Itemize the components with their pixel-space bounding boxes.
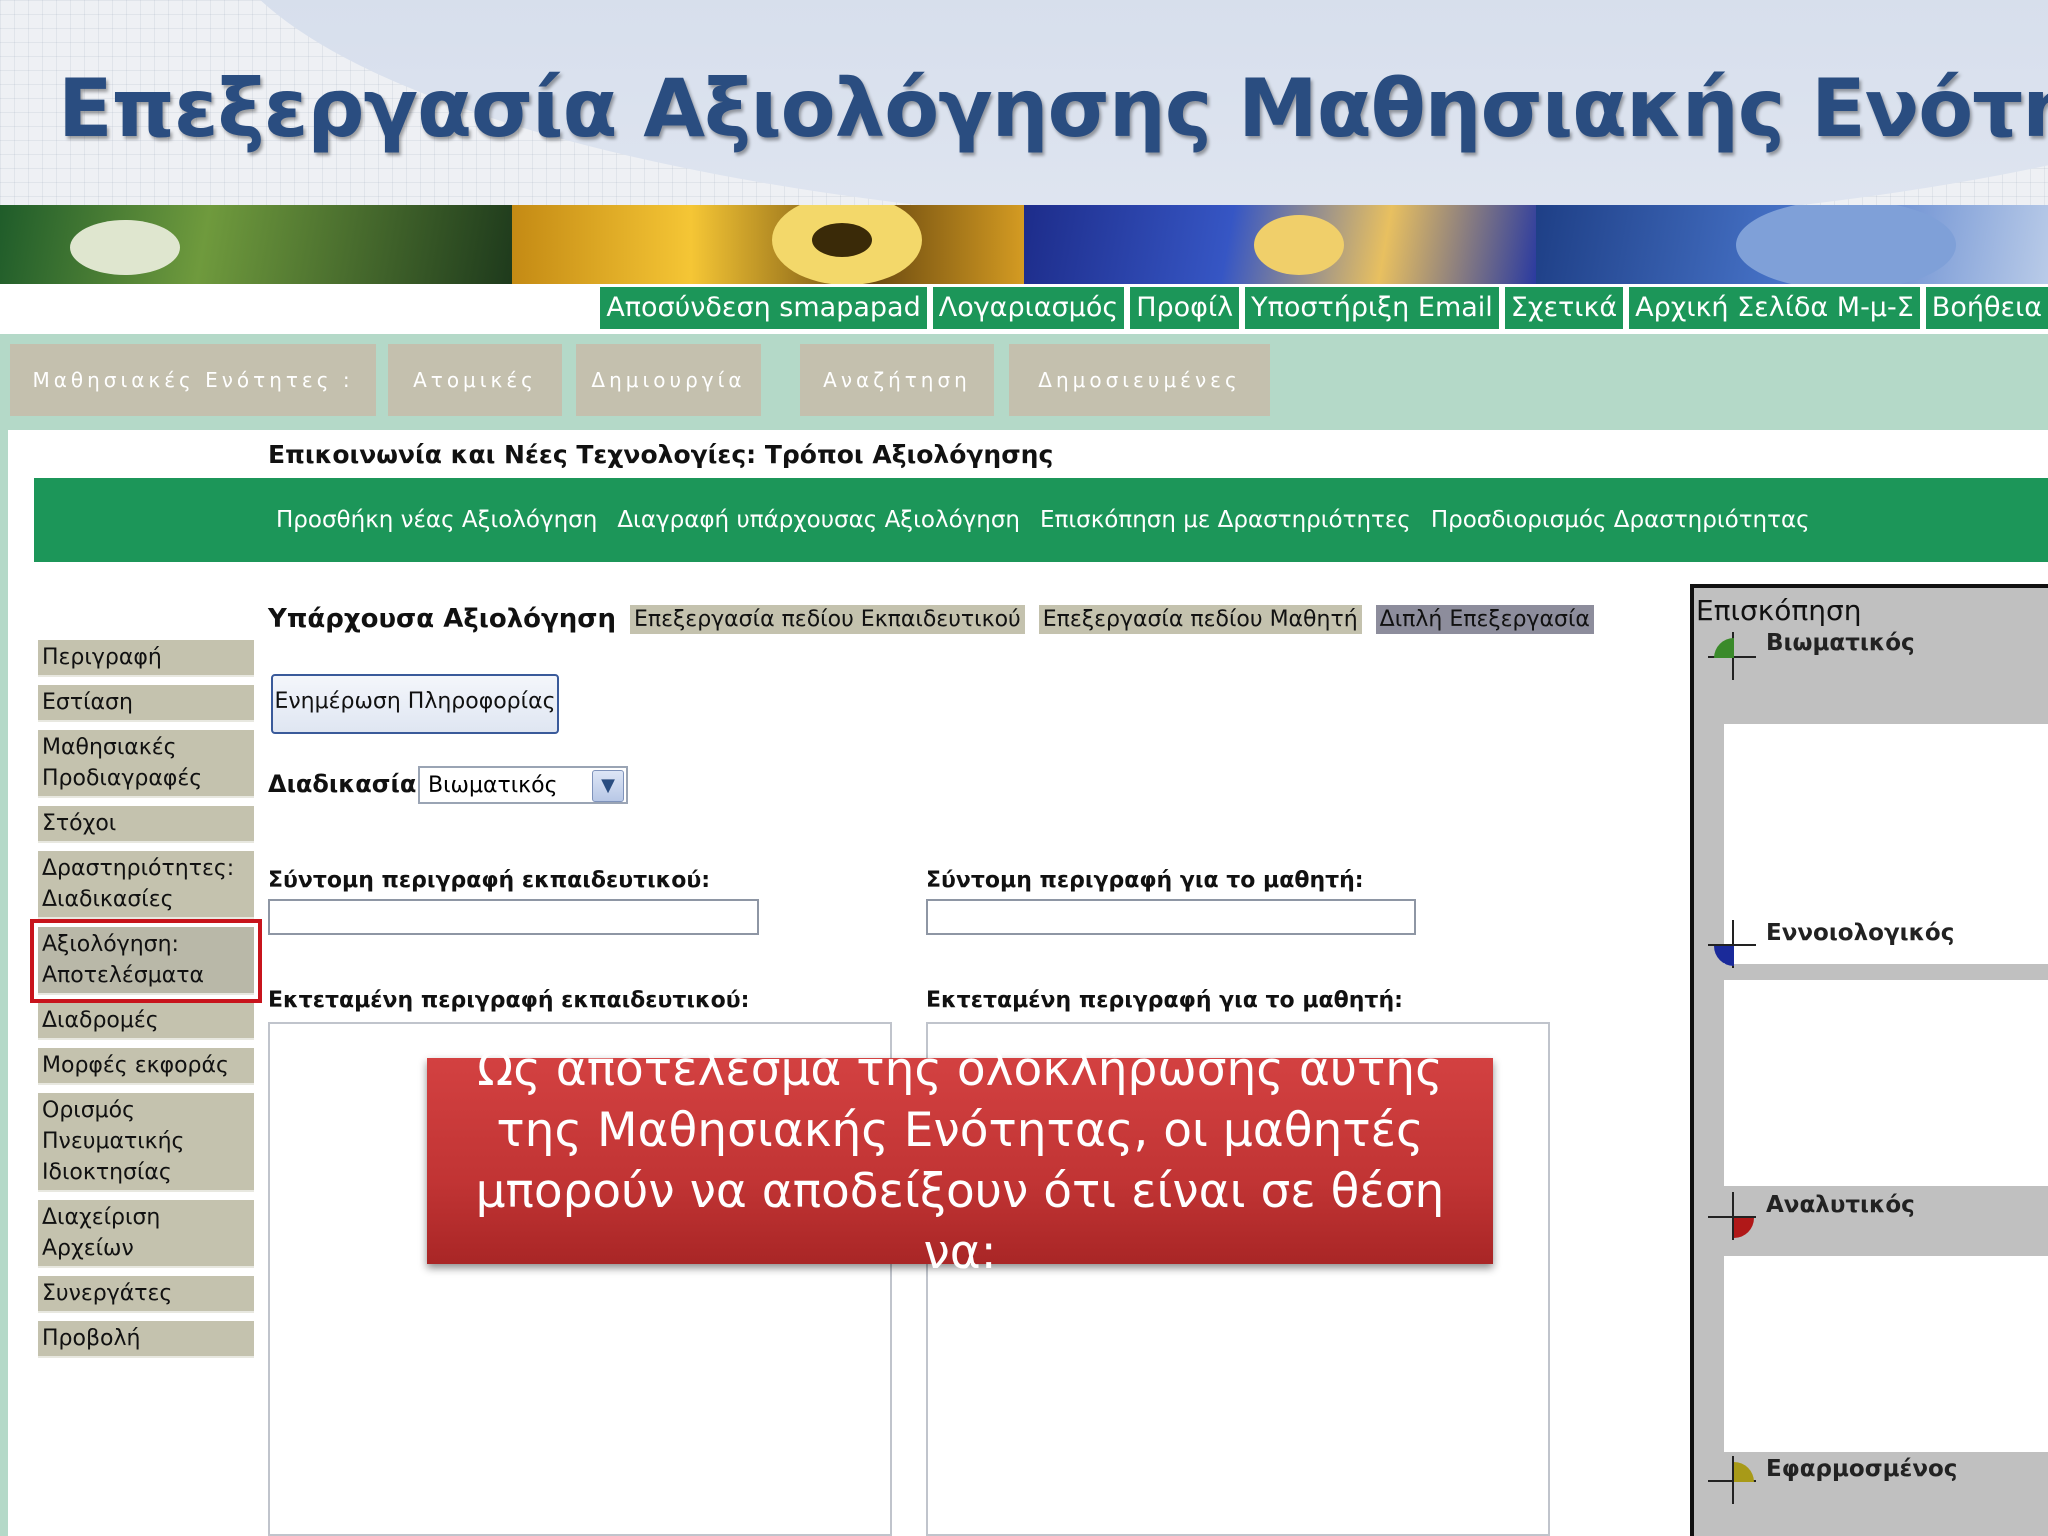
section-label: Υπάρχουσα Αξιολόγηση [268, 604, 616, 634]
email-support-link[interactable]: Υποστήριξη Email [1245, 287, 1499, 329]
top-nav: Αποσύνδεση smapapad Λογαριασμός Προφίλ Υ… [600, 287, 2048, 329]
process-select[interactable]: Βιωματικός ▼ [418, 766, 628, 804]
sidebar-menu: Περιγραφή Εστίαση Μαθησιακές Προδιαγραφέ… [30, 640, 262, 1366]
overview-label: Βιωματικός [1766, 630, 1915, 656]
left-rail [0, 430, 8, 1536]
update-info-button[interactable]: Ενημέρωση Πληροφορίας [271, 674, 559, 734]
callout-text: Ως αποτέλεσμα της ολοκλήρωσης αυτής της … [475, 1042, 1445, 1280]
banner-disk-image [512, 205, 1024, 284]
sidebar-item-focus[interactable]: Εστίαση [38, 685, 254, 722]
tab-published[interactable]: Δημοσιευμένες [1009, 344, 1270, 416]
process-select-value: Βιωματικός [428, 773, 558, 798]
about-link[interactable]: Σχετικά [1504, 287, 1624, 329]
callout-box: Ως αποτέλεσμα της ολοκλήρωσης αυτής της … [427, 1042, 1493, 1280]
short-student-label: Σύντομη περιγραφή για το μαθητή: [926, 868, 1364, 893]
sidebar-item-file-management[interactable]: Διαχείριση Αρχείων [38, 1200, 254, 1268]
long-student-label: Εκτεταμένη περιγραφή για το μαθητή: [926, 988, 1403, 1013]
sidebar-item-expression-forms[interactable]: Μορφές εκφοράς [38, 1048, 254, 1085]
profile-link[interactable]: Προφίλ [1130, 287, 1240, 329]
home-link[interactable]: Αρχική Σελίδα Μ-μ-Σ [1629, 287, 1920, 329]
account-link[interactable]: Λογαριασμός [932, 287, 1125, 329]
add-assessment-link[interactable]: Προσθήκη νέας Αξιολόγηση [276, 478, 597, 562]
overview-box [1724, 980, 2048, 1186]
overview-label: Εφαρμοσμένος [1766, 1456, 1958, 1482]
overview-panel: Επισκόπηση Βιωματικός Εννοιολογικός Αναλ… [1690, 584, 2048, 1536]
chevron-down-icon[interactable]: ▼ [592, 770, 624, 802]
sidebar-item-copyright[interactable]: Ορισμός Πνευματικής Ιδιοκτησίας [38, 1093, 254, 1192]
site-banner [0, 205, 2048, 284]
dual-edit-tab[interactable]: Διπλή Επεξεργασία [1375, 604, 1594, 634]
sidebar-item-assessment[interactable]: Αξιολόγηση: Αποτελέσματα [30, 919, 262, 1003]
assessment-header: Υπάρχουσα Αξιολόγηση Επεξεργασία πεδίου … [268, 604, 1594, 634]
overview-box [1724, 1256, 2048, 1452]
define-activity-link[interactable]: Προσδιορισμός Δραστηριότητας [1431, 478, 1810, 562]
tab-search[interactable]: Αναζήτηση [800, 344, 994, 416]
sidebar-item-goals[interactable]: Στόχοι [38, 806, 254, 843]
banner-keyboard-image [1536, 205, 2048, 284]
overview-activities-link[interactable]: Επισκόπηση με Δραστηριότητες [1040, 478, 1411, 562]
long-teacher-label: Εκτεταμένη περιγραφή εκπαιδευτικού: [268, 988, 750, 1013]
help-link[interactable]: Βοήθεια [1925, 287, 2048, 329]
slide-title: Επεξεργασία Αξιολόγησης Μαθησιακής Ενότη… [58, 62, 2048, 155]
overview-label: Εννοιολογικός [1766, 920, 1955, 946]
quadrant-analytical-icon [1708, 1192, 1756, 1240]
course-title: Επικοινωνία και Νέες Τεχνολογίες: Τρόποι… [268, 440, 1054, 469]
sidebar-item-routes[interactable]: Διαδρομές [38, 1003, 254, 1040]
tab-personal[interactable]: Ατομικές [388, 344, 562, 416]
delete-assessment-link[interactable]: Διαγραφή υπάρχουσας Αξιολόγηση [617, 478, 1020, 562]
banner-lab-image [1024, 205, 1536, 284]
sidebar-item-preview[interactable]: Προβολή [38, 1321, 254, 1358]
logout-link[interactable]: Αποσύνδεση smapapad [600, 287, 927, 329]
tab-learning-units[interactable]: Μαθησιακές Ενότητες : [10, 344, 376, 416]
edit-teacher-tab[interactable]: Επεξεργασία πεδίου Εκπαιδευτικού [630, 604, 1025, 634]
tab-bar: Μαθησιακές Ενότητες : Ατομικές Δημιουργί… [0, 334, 2048, 430]
action-bar: Προσθήκη νέας Αξιολόγηση Διαγραφή υπάρχο… [34, 478, 2048, 562]
sidebar-item-activities[interactable]: Δραστηριότητες: Διαδικασίες [38, 851, 254, 919]
banner-mouse-image [0, 205, 512, 284]
short-student-input[interactable] [926, 899, 1416, 935]
sidebar-item-collaborators[interactable]: Συνεργάτες [38, 1276, 254, 1313]
slide-header: Επεξεργασία Αξιολόγησης Μαθησιακής Ενότη… [0, 0, 2048, 205]
quadrant-applied-icon [1708, 1456, 1756, 1504]
short-teacher-input[interactable] [268, 899, 759, 935]
edit-student-tab[interactable]: Επεξεργασία πεδίου Μαθητή [1038, 604, 1362, 634]
process-label: Διαδικασία: [268, 770, 426, 798]
short-teacher-label: Σύντομη περιγραφή εκπαιδευτικού: [268, 868, 711, 893]
quadrant-experiential-icon [1708, 632, 1756, 680]
overview-title: Επισκόπηση [1696, 594, 1862, 627]
sidebar-item-description[interactable]: Περιγραφή [38, 640, 254, 677]
tab-create[interactable]: Δημιουργία [576, 344, 761, 416]
quadrant-conceptual-icon [1708, 920, 1756, 968]
overview-label: Αναλυτικός [1766, 1192, 1915, 1218]
sidebar-item-specifications[interactable]: Μαθησιακές Προδιαγραφές [38, 730, 254, 798]
